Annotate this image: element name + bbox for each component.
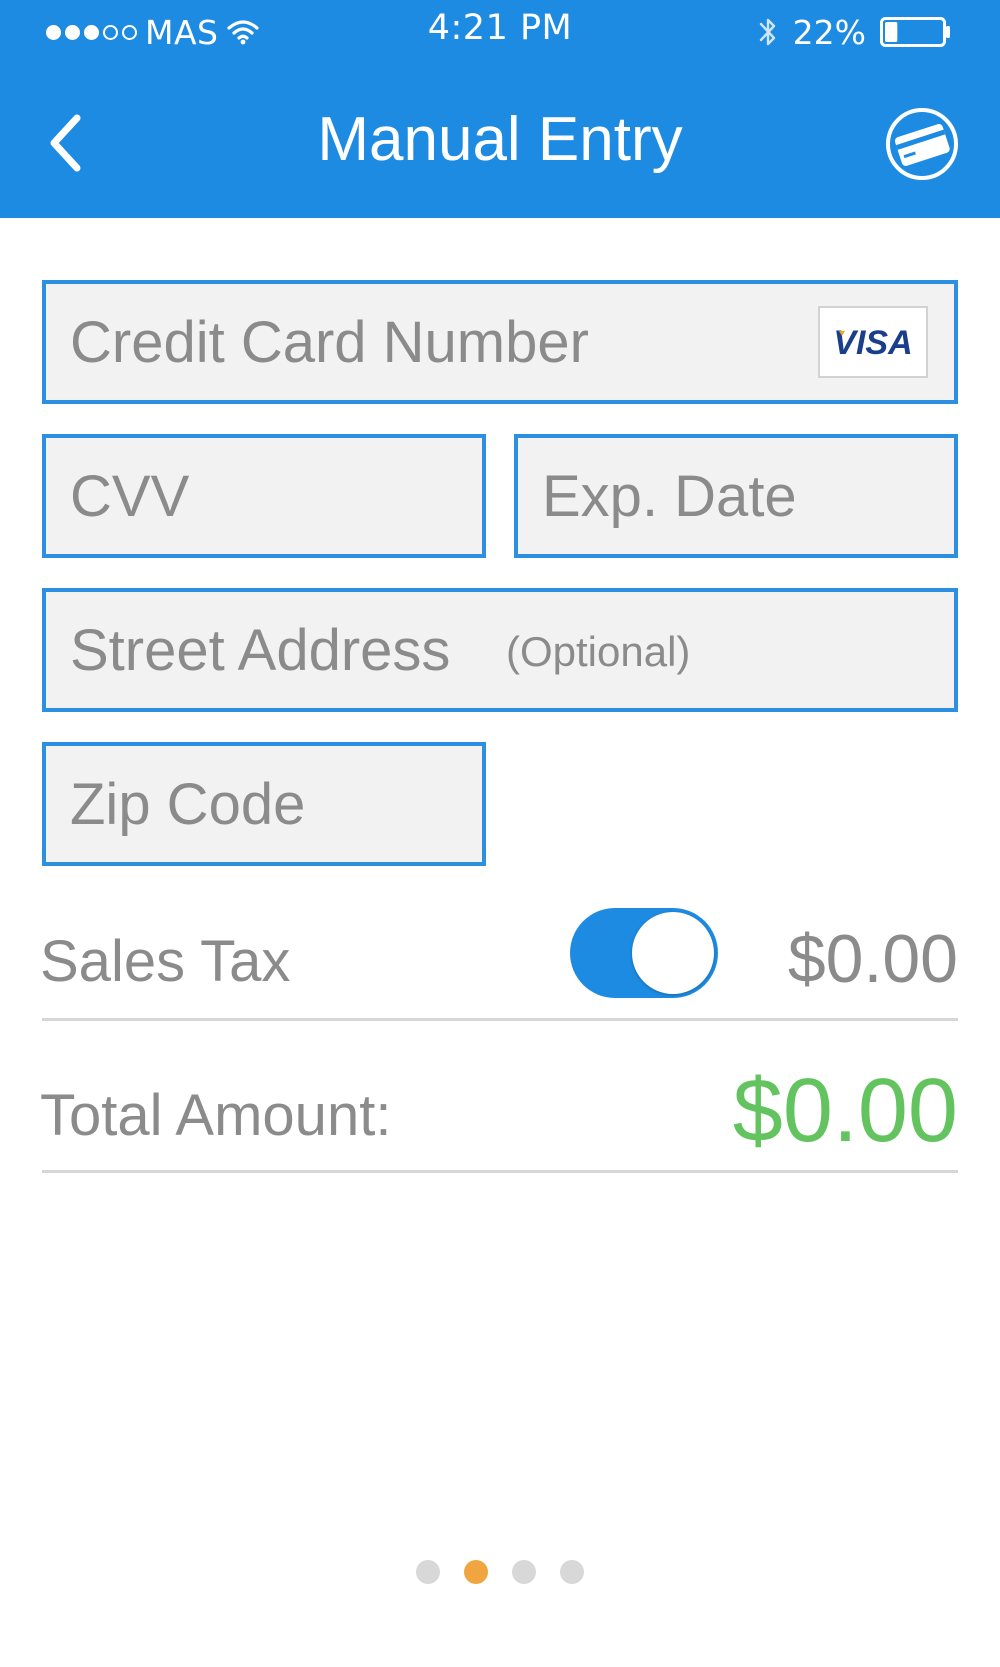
header: MAS 4:21 PM 22% Manual Entry <box>0 0 1000 218</box>
total-amount-label: Total Amount: <box>40 1083 392 1148</box>
status-right: 22% <box>757 10 952 54</box>
battery-fill <box>885 22 898 42</box>
sales-tax-label: Sales Tax <box>40 929 291 994</box>
battery-percentage: 22% <box>792 12 866 52</box>
total-amount-value: $0.00 <box>732 1061 958 1161</box>
credit-card-number-field: VISA <box>42 280 958 404</box>
visa-icon: VISA <box>833 324 912 362</box>
divider <box>42 1170 958 1173</box>
sales-tax-toggle[interactable] <box>570 908 718 998</box>
visa-logo: VISA <box>818 306 928 378</box>
status-bar: MAS 4:21 PM 22% <box>0 0 1000 64</box>
page-dot[interactable] <box>416 1560 440 1584</box>
page-indicator <box>0 1560 1000 1584</box>
manual-entry-screen: MAS 4:21 PM 22% Manual Entry Credit Card… <box>0 0 1000 1667</box>
battery-icon <box>880 17 950 47</box>
nav-bar: Manual Entry <box>0 90 1000 200</box>
page-dot[interactable] <box>512 1560 536 1584</box>
toggle-knob <box>632 912 714 994</box>
divider <box>42 1018 958 1021</box>
page-dot[interactable] <box>464 1560 488 1584</box>
exp-date-field <box>514 434 958 558</box>
page-dot[interactable] <box>560 1560 584 1584</box>
zip-code-field <box>42 742 486 866</box>
bluetooth-icon <box>759 18 775 46</box>
street-address-input[interactable] <box>46 592 954 708</box>
credit-card-icon <box>886 108 958 180</box>
cvv-input[interactable] <box>46 438 482 554</box>
svg-text:VISA: VISA <box>833 324 912 362</box>
street-address-field: (Optional) <box>42 588 958 712</box>
sales-tax-amount: $0.00 <box>787 921 958 997</box>
page-title: Manual Entry <box>317 105 683 174</box>
cvv-field <box>42 434 486 558</box>
zip-code-input[interactable] <box>46 746 482 862</box>
card-reader-button[interactable] <box>884 106 960 182</box>
exp-date-input[interactable] <box>518 438 954 554</box>
